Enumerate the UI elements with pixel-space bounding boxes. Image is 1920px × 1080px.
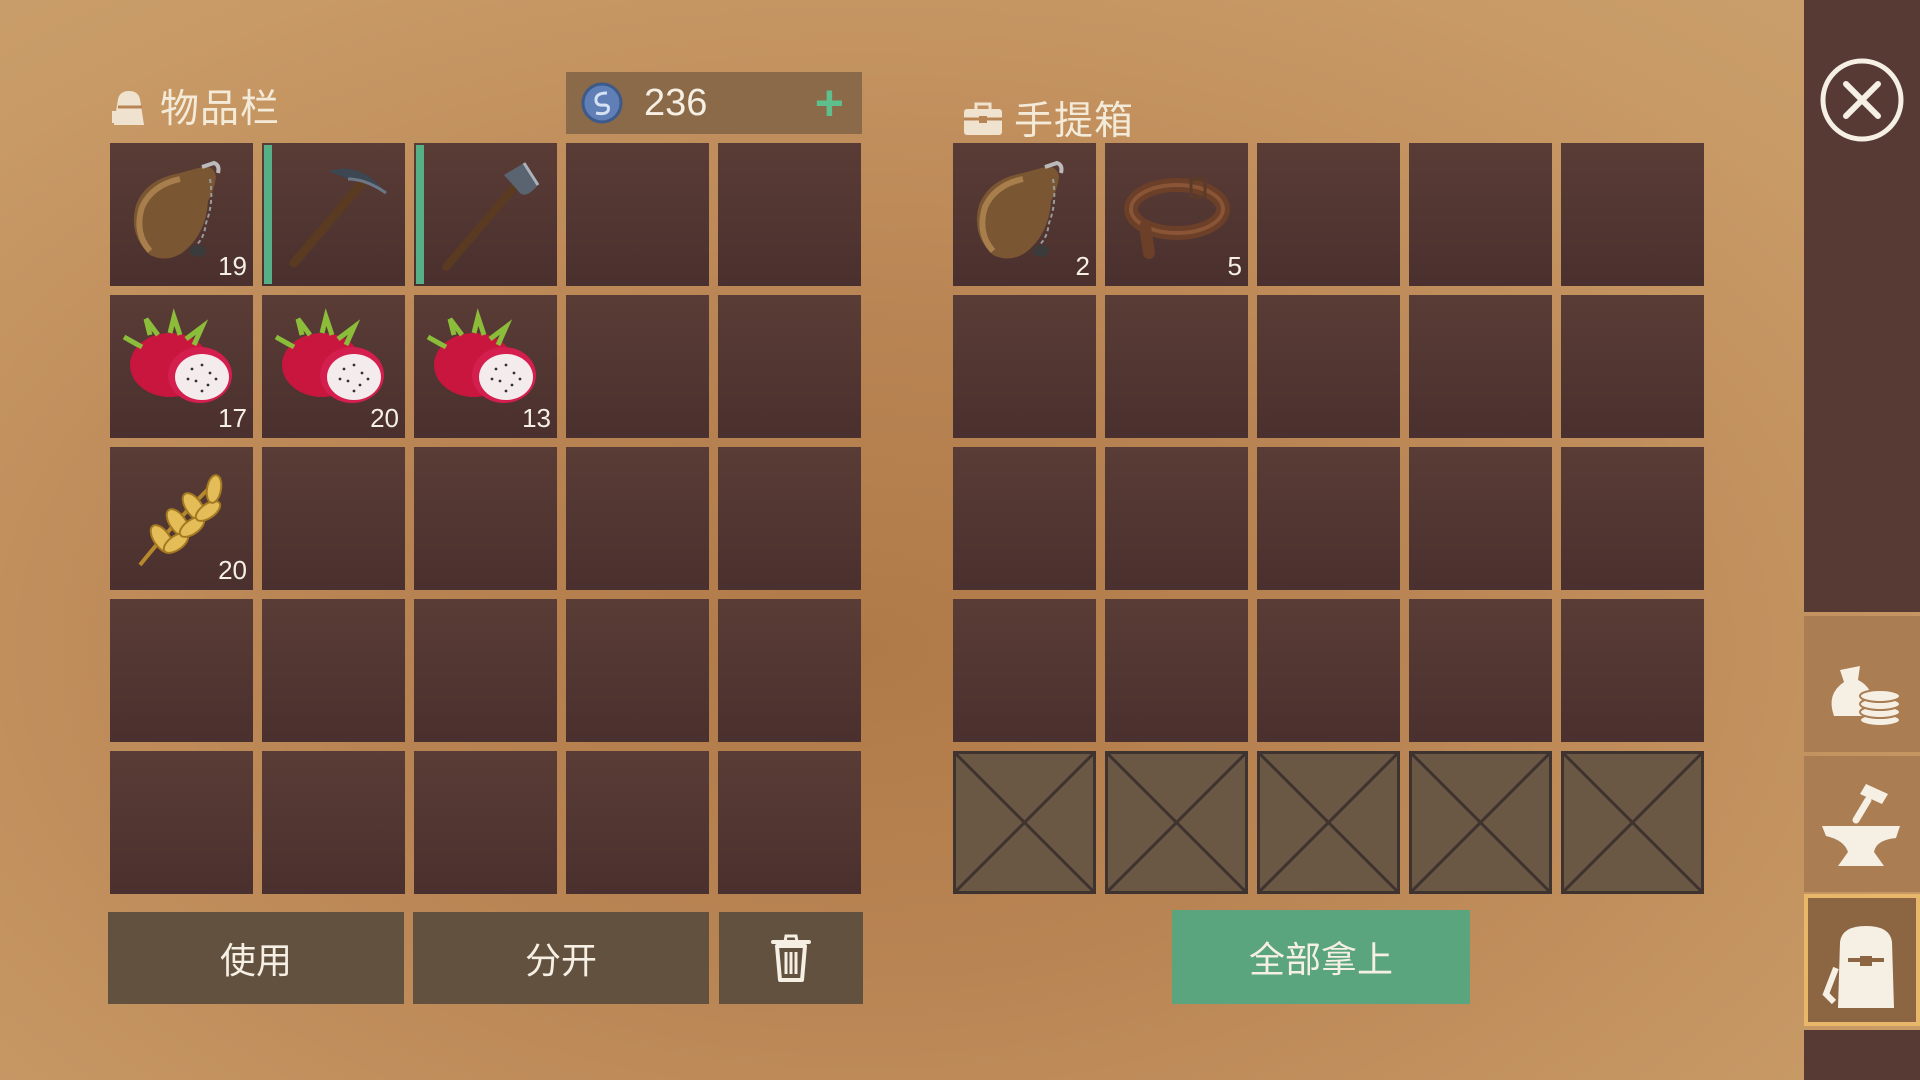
trade-icon — [1831, 666, 1901, 727]
item-count: 17 — [218, 403, 247, 433]
inventory-slot[interactable] — [414, 751, 557, 894]
sidebar-tab-crafting[interactable] — [1804, 756, 1920, 892]
container-slot[interactable] — [1409, 599, 1552, 742]
inventory-slot[interactable]: 20 — [262, 295, 405, 438]
container-locked-slot — [1561, 751, 1704, 894]
inventory-slot[interactable] — [566, 599, 709, 742]
container-locked-slot — [1409, 751, 1552, 894]
inventory-slot[interactable]: 17 — [110, 295, 253, 438]
inventory-slot[interactable] — [718, 143, 861, 286]
inventory-slot[interactable] — [414, 143, 557, 286]
locked-cross-icon — [956, 754, 1093, 891]
container-slot[interactable]: 2 — [953, 143, 1096, 286]
currency-amount: 236 — [644, 81, 708, 124]
close-button[interactable] — [1818, 56, 1906, 144]
sidebar-bottom — [1804, 1030, 1920, 1080]
inventory-slot[interactable] — [414, 447, 557, 590]
trash-icon — [771, 934, 811, 982]
item-count: 13 — [522, 403, 551, 433]
container-locked-slot — [1105, 751, 1248, 894]
inventory-grid: 19 17 20 13 20 — [110, 143, 861, 894]
container-slot[interactable] — [1105, 295, 1248, 438]
container-slot[interactable] — [1409, 447, 1552, 590]
inventory-slot[interactable] — [718, 295, 861, 438]
container-slot[interactable] — [953, 599, 1096, 742]
container-slot[interactable] — [1561, 143, 1704, 286]
container-title: 手提箱 — [962, 90, 1134, 146]
container-slot[interactable] — [1257, 599, 1400, 742]
inventory-slot[interactable] — [110, 599, 253, 742]
container-slot[interactable] — [953, 295, 1096, 438]
inventory-slot[interactable] — [566, 143, 709, 286]
container-grid: 25 — [953, 143, 1704, 894]
inventory-slot[interactable] — [566, 751, 709, 894]
locked-cross-icon — [1412, 754, 1549, 891]
use-button[interactable]: 使用 — [108, 912, 404, 1004]
item-count: 20 — [370, 403, 399, 433]
inventory-slot[interactable] — [566, 447, 709, 590]
inventory-slot[interactable] — [262, 143, 405, 286]
sidebar-tab-backpack[interactable] — [1804, 894, 1920, 1026]
take-all-button[interactable]: 全部拿上 — [1172, 910, 1470, 1004]
trash-button[interactable] — [719, 912, 863, 1004]
container-slot[interactable] — [1257, 295, 1400, 438]
item-count: 5 — [1227, 251, 1242, 281]
container-slot[interactable] — [1409, 143, 1552, 286]
close-icon — [1820, 58, 1904, 142]
inventory-slot[interactable] — [262, 599, 405, 742]
container-slot[interactable] — [1105, 599, 1248, 742]
inventory-title-label: 物品栏 — [160, 87, 281, 132]
item-count: 20 — [218, 555, 247, 585]
container-title-label: 手提箱 — [1014, 99, 1135, 144]
inventory-slot[interactable] — [262, 447, 405, 590]
inventory-slot[interactable] — [718, 447, 861, 590]
container-slot[interactable] — [1257, 447, 1400, 590]
inventory-slot[interactable] — [566, 295, 709, 438]
locked-cross-icon — [1260, 754, 1397, 891]
inventory-slot[interactable]: 13 — [414, 295, 557, 438]
currency-bar: 236 + — [566, 72, 862, 134]
inventory-slot[interactable] — [718, 599, 861, 742]
container-slot[interactable] — [1561, 447, 1704, 590]
inventory-slot[interactable] — [110, 751, 253, 894]
container-slot[interactable] — [1257, 143, 1400, 286]
add-currency-button[interactable]: + — [815, 78, 844, 128]
container-slot[interactable]: 5 — [1105, 143, 1248, 286]
locked-cross-icon — [1108, 754, 1245, 891]
bag-icon — [112, 91, 144, 125]
inventory-slot[interactable] — [414, 599, 557, 742]
backpack-icon — [1822, 926, 1894, 1008]
inventory-slot[interactable]: 19 — [110, 143, 253, 286]
container-locked-slot — [1257, 751, 1400, 894]
container-slot[interactable] — [953, 447, 1096, 590]
inventory-slot[interactable] — [262, 751, 405, 894]
container-locked-slot — [953, 751, 1096, 894]
inventory-slot[interactable]: 20 — [110, 447, 253, 590]
coin-icon — [581, 82, 623, 124]
container-slot[interactable] — [1105, 447, 1248, 590]
item-count: 19 — [218, 251, 247, 281]
split-button[interactable]: 分开 — [413, 912, 709, 1004]
container-slot[interactable] — [1561, 295, 1704, 438]
inventory-title: 物品栏 — [108, 78, 280, 134]
container-slot[interactable] — [1409, 295, 1552, 438]
inventory-slot[interactable] — [718, 751, 861, 894]
briefcase-icon — [964, 102, 1002, 135]
hatchet-icon — [414, 143, 557, 286]
pickaxe-icon — [262, 143, 405, 286]
item-count: 2 — [1075, 251, 1090, 281]
locked-cross-icon — [1564, 754, 1701, 891]
container-slot[interactable] — [1561, 599, 1704, 742]
crafting-anvil-icon — [1822, 784, 1900, 866]
sidebar — [1804, 0, 1920, 1080]
sidebar-tab-trade[interactable] — [1804, 616, 1920, 752]
